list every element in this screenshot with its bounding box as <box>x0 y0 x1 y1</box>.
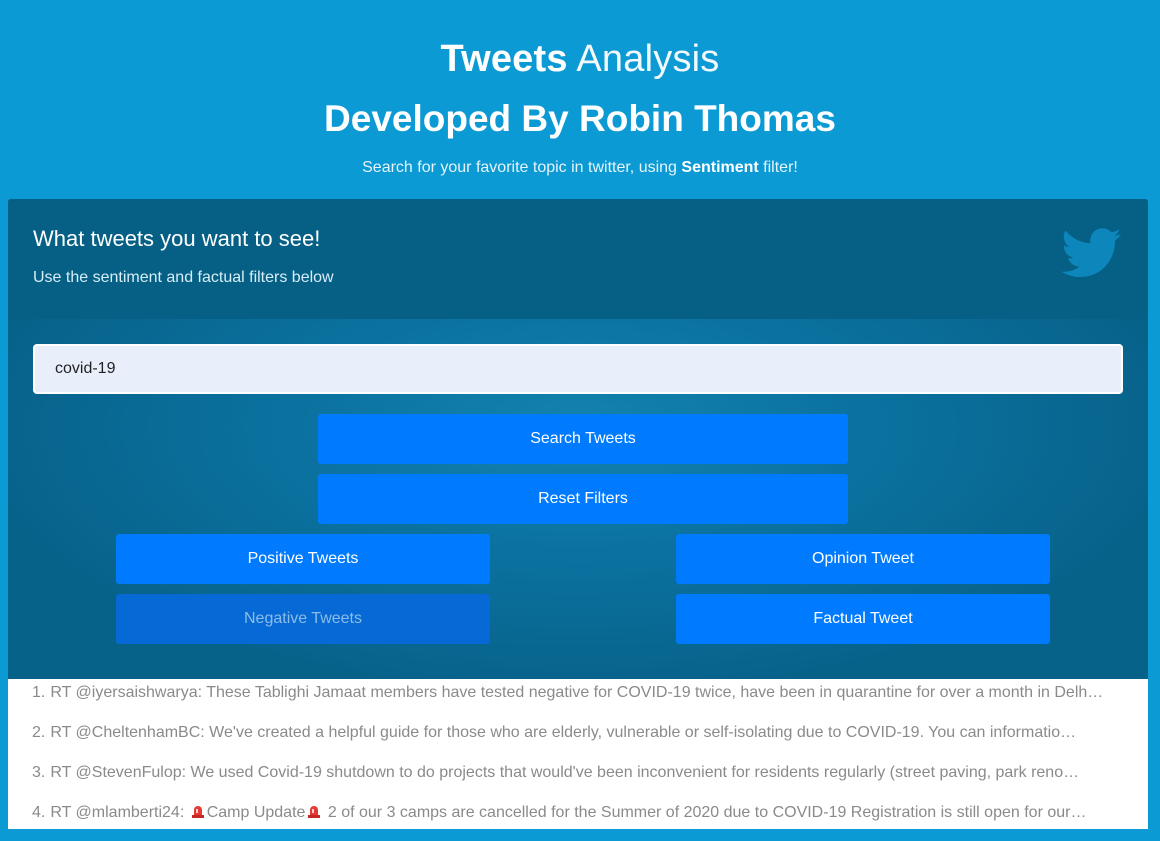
title-light: Analysis <box>576 38 720 80</box>
tweet-text-post: 2 of our 3 camps are cancelled for the S… <box>323 804 1087 821</box>
filter-panel: What tweets you want to see! Use the sen… <box>8 199 1148 679</box>
tweet-number: 1. <box>32 684 46 701</box>
opinion-tweet-button[interactable]: Opinion Tweet <box>676 534 1050 584</box>
page-tagline: Search for your favorite topic in twitte… <box>0 158 1160 178</box>
tagline-post: filter! <box>758 159 798 176</box>
tweet-item: 3. RT @StevenFulop: We used Covid-19 shut… <box>32 763 1132 783</box>
tweet-number: 4. <box>32 804 46 821</box>
panel-title: What tweets you want to see! <box>33 226 321 251</box>
siren-icon <box>308 806 321 818</box>
tweet-list: 1. RT @iyersaishwarya: These Tablighi Jam… <box>8 679 1148 829</box>
tweet-item: 4. RT @mlamberti24: Camp Update 2 of our … <box>32 803 1132 823</box>
positive-tweets-button[interactable]: Positive Tweets <box>116 534 490 584</box>
tagline-pre: Search for your favorite topic in twitte… <box>362 159 682 176</box>
tweet-text-mid: Camp Update <box>206 804 306 821</box>
page-title: Tweets Analysis <box>0 36 1160 82</box>
search-tweets-button[interactable]: Search Tweets <box>318 414 848 464</box>
tweet-number: 3. <box>32 764 46 781</box>
page-header: Tweets Analysis Developed By Robin Thoma… <box>0 0 1160 199</box>
reset-filters-button[interactable]: Reset Filters <box>318 474 848 524</box>
tweet-text: RT @iyersaishwarya: These Tablighi Jamaa… <box>50 684 1104 701</box>
panel-subtitle: Use the sentiment and factual filters be… <box>33 269 334 286</box>
tweet-item: 2. RT @CheltenhamBC: We've created a help… <box>32 723 1132 743</box>
panel-header: What tweets you want to see! Use the sen… <box>8 199 1148 319</box>
tweet-item: 1. RT @iyersaishwarya: These Tablighi Jam… <box>32 683 1132 703</box>
tweet-text: RT @CheltenhamBC: We've created a helpfu… <box>50 724 1077 741</box>
factual-tweet-button[interactable]: Factual Tweet <box>676 594 1050 644</box>
siren-icon <box>191 806 204 818</box>
negative-tweets-button[interactable]: Negative Tweets <box>116 594 490 644</box>
tweet-number: 2. <box>32 724 46 741</box>
tagline-bold: Sentiment <box>681 159 759 176</box>
tweet-text-pre: RT @mlamberti24: <box>50 804 189 821</box>
twitter-bird-icon <box>1062 228 1121 277</box>
search-input[interactable] <box>33 344 1123 394</box>
title-bold: Tweets <box>440 38 568 80</box>
page-subtitle: Developed By Robin Thomas <box>324 98 836 139</box>
tweet-text: RT @StevenFulop: We used Covid-19 shutdo… <box>50 764 1080 781</box>
